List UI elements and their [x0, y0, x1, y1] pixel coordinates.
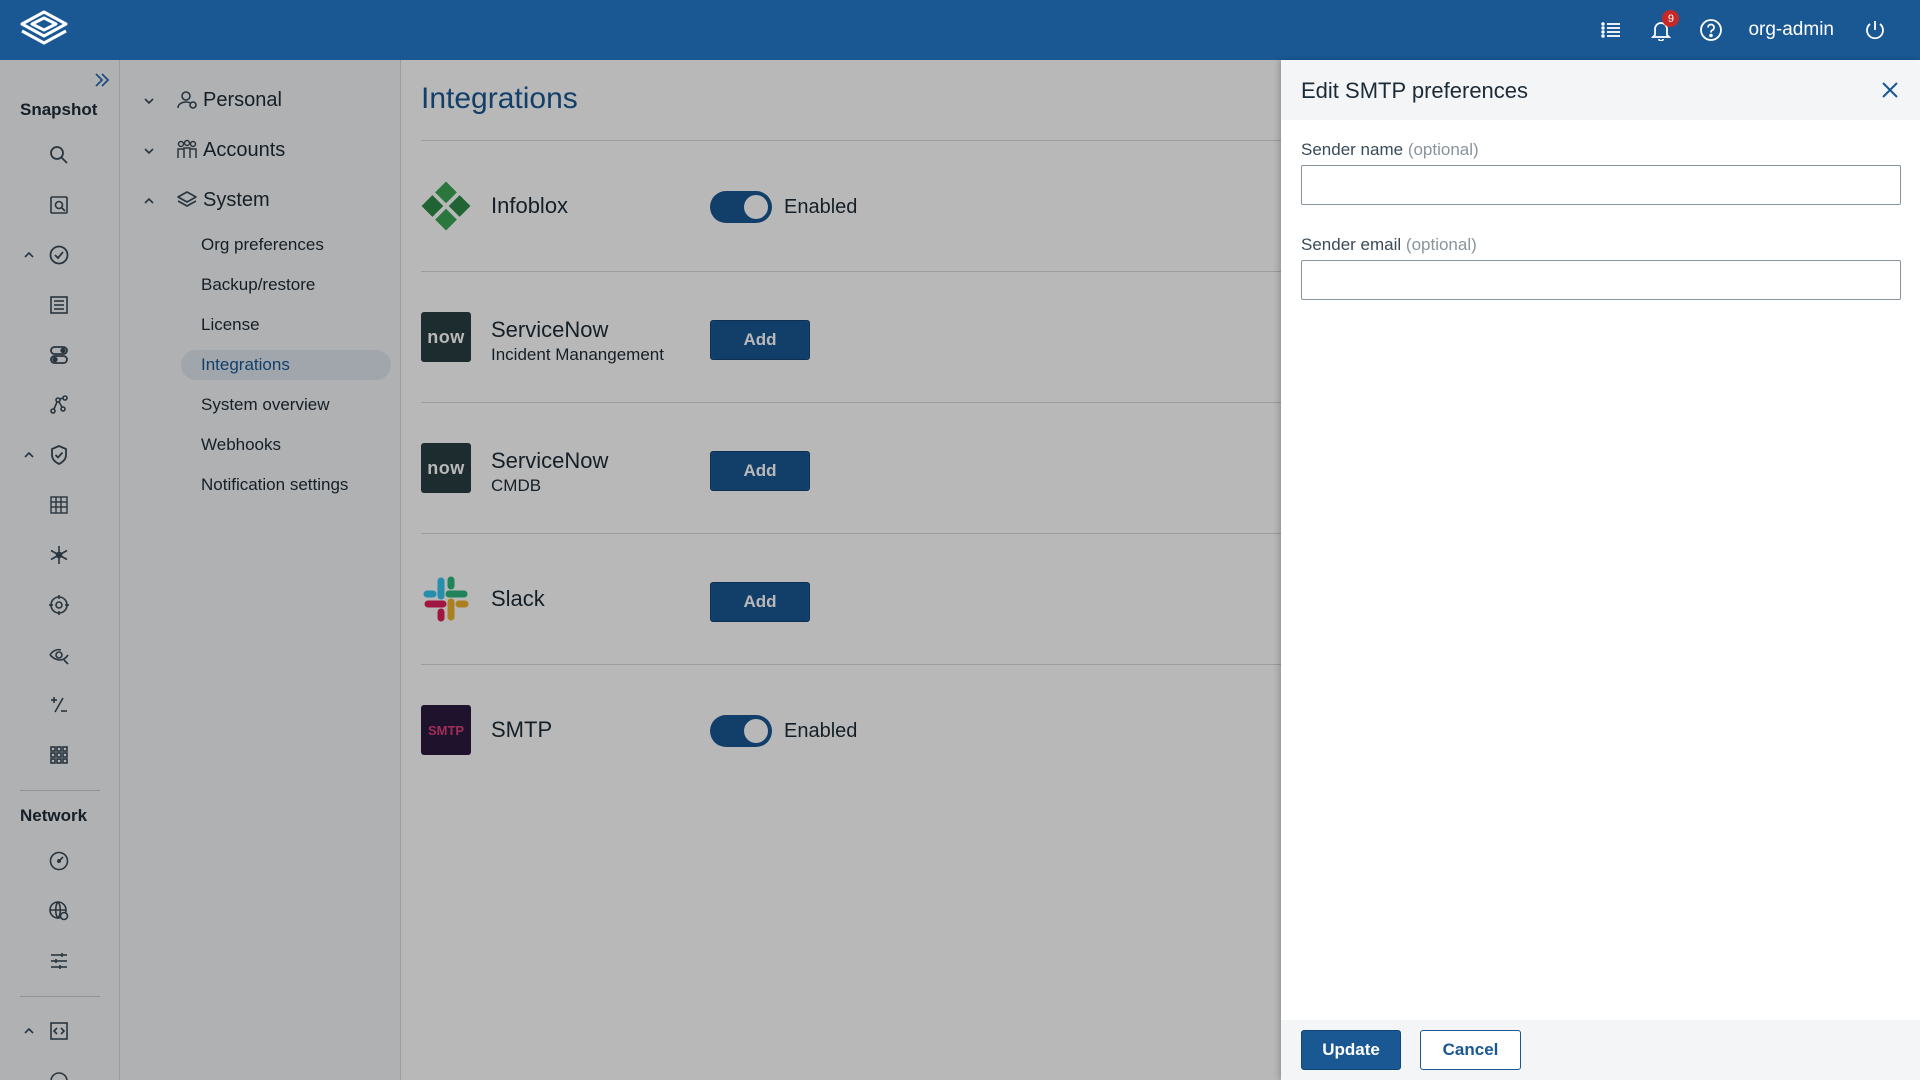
- optional-hint: (optional): [1405, 235, 1477, 254]
- sender-email-label: Sender email (optional): [1301, 235, 1477, 255]
- app-logo-icon[interactable]: [18, 9, 70, 51]
- sender-email-field[interactable]: [1301, 260, 1901, 300]
- drawer-title: Edit SMTP preferences: [1301, 78, 1529, 103]
- drawer-header: Edit SMTP preferences: [1281, 60, 1920, 120]
- bell-icon[interactable]: 9: [1636, 0, 1686, 60]
- drawer-footer: Update Cancel: [1281, 1020, 1920, 1080]
- list-icon[interactable]: [1586, 0, 1636, 60]
- sender-name-label: Sender name (optional): [1301, 140, 1479, 160]
- field-label-text: Sender email: [1301, 235, 1402, 254]
- edit-smtp-drawer: Edit SMTP preferences Sender name (optio…: [1281, 60, 1920, 1080]
- cancel-button[interactable]: Cancel: [1420, 1030, 1521, 1070]
- modal-scrim[interactable]: [0, 60, 1281, 1080]
- update-button[interactable]: Update: [1301, 1030, 1401, 1070]
- optional-hint: (optional): [1407, 140, 1479, 159]
- power-icon[interactable]: [1850, 0, 1900, 60]
- field-label-text: Sender name: [1301, 140, 1404, 159]
- username[interactable]: org-admin: [1736, 19, 1850, 41]
- sender-name-field[interactable]: [1301, 165, 1901, 205]
- close-icon[interactable]: [1878, 78, 1902, 102]
- notification-badge: 9: [1662, 10, 1680, 27]
- top-bar: 9 org-admin: [0, 0, 1920, 60]
- help-icon[interactable]: [1686, 0, 1736, 60]
